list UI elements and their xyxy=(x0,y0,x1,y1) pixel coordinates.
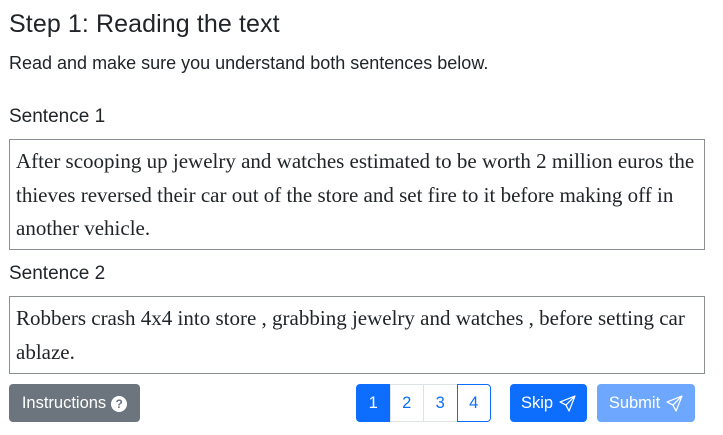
sentence-1-label: Sentence 1 xyxy=(9,106,106,127)
step-title: Step 1: Reading the text xyxy=(9,10,280,38)
send-icon xyxy=(666,394,683,412)
page-navigation: 1 2 3 4 xyxy=(356,384,491,422)
skip-button-label: Skip xyxy=(520,393,554,412)
send-icon xyxy=(559,394,576,412)
step-instructions: Read and make sure you understand both s… xyxy=(9,53,489,73)
page-2-button[interactable]: 2 xyxy=(389,384,424,422)
page-1-button[interactable]: 1 xyxy=(356,384,391,422)
question-circle-icon: ? xyxy=(111,396,128,412)
submit-button-label: Submit xyxy=(608,393,661,412)
sentence-1-text: After scooping up jewelry and watches es… xyxy=(9,139,705,250)
instructions-button[interactable]: Instructions ? xyxy=(9,384,140,422)
page-4-button[interactable]: 4 xyxy=(456,384,491,422)
sentence-2-text: Robbers crash 4x4 into store , grabbing … xyxy=(9,296,705,374)
page-3-button[interactable]: 3 xyxy=(423,384,458,422)
submit-button[interactable]: Submit xyxy=(597,384,695,422)
skip-button[interactable]: Skip xyxy=(510,384,587,422)
sentence-2-label: Sentence 2 xyxy=(9,263,106,284)
instructions-button-label: Instructions xyxy=(21,393,107,412)
